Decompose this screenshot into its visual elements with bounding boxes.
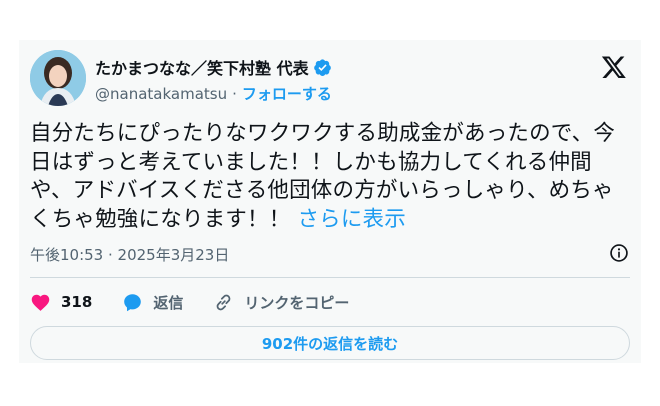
copy-link-button[interactable]: リンクをコピー	[213, 292, 349, 313]
tweet-card: たかまつなな／笑下村塾 代表 @nanatakamatsu · フォローする 自…	[19, 40, 641, 363]
handle-separator: ·	[232, 84, 237, 103]
tweet-text-block: 自分たちにぴったりなワクワクする助成金があったので、今日はずっと考えていました！…	[30, 120, 630, 234]
user-handle[interactable]: @nanatakamatsu	[95, 85, 227, 103]
display-name[interactable]: たかまつなな／笑下村塾 代表	[95, 55, 332, 79]
follow-button[interactable]: フォローする	[242, 83, 332, 104]
tweet-timestamp[interactable]: 午後10:53 · 2025年3月23日	[30, 244, 229, 265]
heart-icon	[31, 294, 50, 311]
like-count: 318	[61, 293, 93, 311]
copy-link-label: リンクをコピー	[244, 293, 350, 312]
show-more-link[interactable]: さらに表示	[297, 207, 406, 232]
x-logo-icon[interactable]	[601, 54, 627, 80]
like-button[interactable]: 318	[30, 292, 92, 313]
reply-button[interactable]: 返信	[122, 292, 183, 313]
handle-row: @nanatakamatsu · フォローする	[95, 83, 332, 104]
read-replies-label: 902件の返信を読む	[261, 334, 399, 353]
info-icon[interactable]	[609, 243, 629, 263]
avatar-image	[30, 50, 86, 106]
action-bar: 318 返信 リンクをコピー	[30, 290, 379, 314]
reply-label: 返信	[153, 293, 184, 312]
display-name-text: たかまつなな／笑下村塾 代表	[95, 59, 309, 78]
read-replies-button[interactable]: 902件の返信を読む	[30, 326, 630, 360]
link-icon	[216, 294, 231, 310]
reply-bubble-icon	[124, 293, 142, 311]
verified-badge-icon	[313, 58, 331, 76]
avatar[interactable]	[30, 50, 86, 106]
divider	[30, 277, 630, 278]
